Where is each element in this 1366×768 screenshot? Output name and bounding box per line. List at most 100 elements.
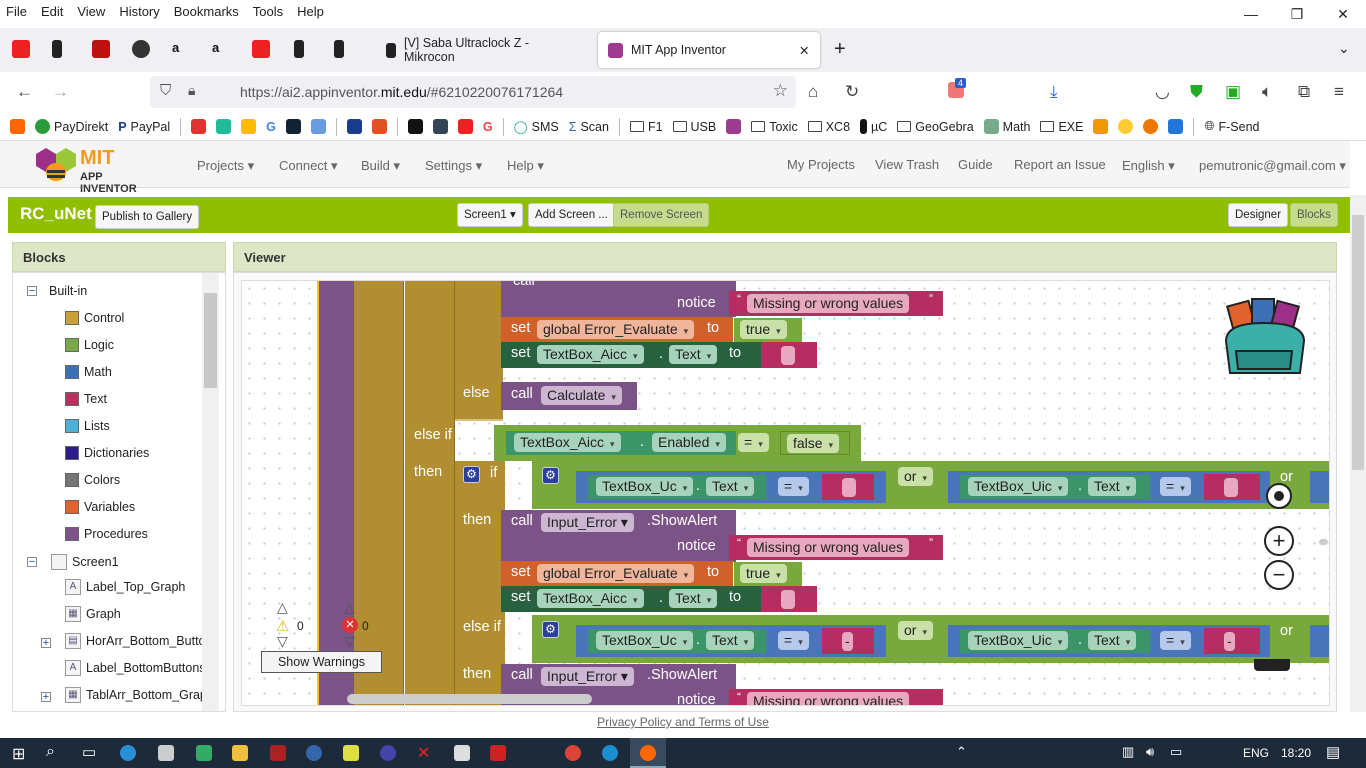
- firefox-taskbar-button[interactable]: [630, 738, 666, 768]
- bookmark-paydirekt[interactable]: PayDirekt: [35, 119, 108, 134]
- empty-text-block[interactable]: [761, 586, 817, 612]
- collapse-icon[interactable]: −: [27, 557, 37, 568]
- reload-icon[interactable]: ↻: [845, 82, 859, 102]
- expand-icon[interactable]: +: [41, 638, 51, 649]
- menu-edit[interactable]: Edit: [41, 4, 63, 19]
- edge-icon[interactable]: [120, 745, 136, 761]
- search-icon[interactable]: [1143, 119, 1159, 134]
- text-block[interactable]: “ Missing or wrong values ”: [729, 291, 943, 316]
- pocket-icon[interactable]: ◡: [1155, 82, 1170, 102]
- error-prev-icon[interactable]: △: [344, 599, 355, 616]
- bookmark-scan[interactable]: Σ Scan: [569, 120, 609, 134]
- app-icon[interactable]: [196, 745, 212, 761]
- tree-component[interactable]: ▦ TablArr_Bottom_Graph: [65, 687, 214, 703]
- property-dropdown[interactable]: Text ▾: [1088, 477, 1137, 496]
- component-dropdown[interactable]: Input_Error ▾: [541, 513, 634, 532]
- variable-dropdown[interactable]: global Error_Evaluate ▾: [537, 564, 695, 583]
- component-dropdown[interactable]: TextBox_Uic ▾: [968, 477, 1069, 496]
- tree-built-in[interactable]: Built-in: [49, 284, 87, 298]
- bookmark-icon[interactable]: [407, 119, 423, 134]
- screen-select[interactable]: Screen1 ▾: [457, 203, 523, 227]
- bookmark-folder-f1[interactable]: F1: [629, 120, 663, 134]
- youtube-tab-icon[interactable]: [12, 40, 30, 58]
- boolean-dropdown[interactable]: true ▾: [740, 320, 787, 339]
- bookmark-folder-xc8[interactable]: XC8: [807, 120, 850, 134]
- bookmark-icon[interactable]: [191, 119, 207, 134]
- set-textbox-text-block[interactable]: set TextBox_Aicc ▾ . Text ▾ to: [501, 342, 761, 368]
- bookmark-icon[interactable]: [285, 119, 301, 134]
- view-trash-link[interactable]: View Trash: [875, 157, 939, 172]
- component-dropdown[interactable]: TextBox_Uic ▾: [968, 631, 1069, 650]
- tray-chevron-icon[interactable]: ⌃: [956, 744, 967, 760]
- battery-icon[interactable]: ▭: [1170, 744, 1182, 760]
- google-icon[interactable]: G: [483, 120, 493, 134]
- component-getter-block[interactable]: TextBox_Uic ▾ . Text ▾: [960, 475, 1150, 499]
- bookmark-sms[interactable]: ◯ SMS: [514, 119, 559, 135]
- language-menu[interactable]: English ▾: [1122, 158, 1175, 174]
- property-dropdown[interactable]: Text ▾: [1088, 631, 1137, 650]
- menu-view[interactable]: View: [77, 4, 105, 19]
- tree-item-colors[interactable]: Colors: [65, 473, 120, 487]
- publish-to-gallery-button[interactable]: Publish to Gallery: [95, 205, 200, 229]
- operator-dropdown[interactable]: = ▾: [738, 433, 769, 452]
- mutator-gear-icon[interactable]: ⚙: [463, 466, 480, 483]
- procedure-dropdown[interactable]: Calculate ▾: [541, 386, 622, 405]
- amazon-tab-icon[interactable]: a: [212, 40, 230, 58]
- workspace-vertical-scrollbar[interactable]: [1319, 539, 1328, 545]
- settings-menu[interactable]: Settings ▾: [425, 158, 482, 174]
- text-value[interactable]: [1224, 478, 1238, 497]
- tab-app-inventor[interactable]: MIT App Inventor ✕: [598, 32, 820, 68]
- recenter-button[interactable]: [1266, 483, 1292, 509]
- text-value[interactable]: [781, 346, 795, 365]
- tree-item-math[interactable]: Math: [65, 365, 112, 379]
- empty-text-block[interactable]: [822, 474, 874, 500]
- page-scrollbar[interactable]: [1350, 195, 1366, 712]
- shield-icon[interactable]: ⛉: [160, 82, 171, 99]
- close-tab-icon[interactable]: ✕: [799, 43, 809, 58]
- extensions-icon[interactable]: ⧉: [1298, 82, 1310, 102]
- true-block[interactable]: true ▾: [734, 562, 802, 586]
- zoom-in-button[interactable]: +: [1264, 526, 1294, 556]
- text-value[interactable]: [842, 478, 856, 497]
- backpack-icon[interactable]: [1220, 293, 1310, 379]
- compare-text-block[interactable]: TextBox_Uc ▾ . Text ▾ = ▾ -: [576, 625, 886, 657]
- url-bar[interactable]: ⛉ 🔒︎ https://ai2.appinventor. mit.edu/#62…: [150, 76, 796, 108]
- property-dropdown[interactable]: Text ▾: [706, 631, 755, 650]
- empty-text-block[interactable]: [761, 342, 817, 368]
- drive-icon[interactable]: [241, 119, 257, 134]
- new-tab-button[interactable]: +: [834, 38, 846, 61]
- windows-start-icon[interactable]: ⊞: [12, 744, 25, 764]
- tree-item-logic[interactable]: Logic: [65, 338, 114, 352]
- component-dropdown[interactable]: TextBox_Uc ▾: [596, 631, 694, 650]
- tree-item-text[interactable]: Text: [65, 392, 107, 406]
- variable-dropdown[interactable]: global Error_Evaluate ▾: [537, 320, 695, 339]
- boolean-dropdown[interactable]: true ▾: [740, 564, 787, 583]
- bookmark-folder-geogebra[interactable]: GeoGebra: [897, 120, 974, 134]
- tab-icon[interactable]: [132, 40, 150, 58]
- bookmark-folder-exe[interactable]: EXE: [1040, 120, 1083, 134]
- property-dropdown[interactable]: Enabled ▾: [652, 433, 726, 452]
- designer-button[interactable]: Designer: [1228, 203, 1289, 227]
- dash-text-block[interactable]: -: [822, 628, 874, 654]
- amazon-tab-icon[interactable]: a: [172, 40, 190, 58]
- app-inventor-icon[interactable]: [726, 119, 742, 134]
- notifications-icon[interactable]: ▤: [1326, 743, 1340, 761]
- set-global-block[interactable]: set global Error_Evaluate ▾ to: [501, 317, 733, 342]
- app-icon[interactable]: [270, 745, 286, 761]
- account-menu[interactable]: pemutronic@gmail.com ▾: [1199, 158, 1346, 174]
- text-block[interactable]: “ Missing or wrong values: [729, 689, 943, 705]
- compare-logic-block[interactable]: TextBox_Aicc ▾ . Enabled ▾ = ▾ false ▾: [494, 425, 861, 461]
- or-block[interactable]: ⚙ TextBox_Uc ▾ . Text ▾ = ▾ - or ▾ TextBox_U…: [532, 615, 1329, 663]
- or-dropdown[interactable]: or ▾: [898, 621, 933, 640]
- text-value[interactable]: -: [1224, 632, 1235, 651]
- report-issue-link[interactable]: Report an Issue: [1014, 157, 1106, 172]
- tree-item-variables[interactable]: Variables: [65, 500, 135, 514]
- dropbox-icon[interactable]: [1168, 119, 1184, 134]
- blocks-button[interactable]: Blocks: [1290, 203, 1338, 227]
- component-getter-block[interactable]: TextBox_Uic ▾ . Text ▾: [960, 629, 1150, 653]
- mutator-gear-icon[interactable]: ⚙: [542, 621, 559, 638]
- downloads-icon[interactable]: ⤓: [1050, 82, 1058, 102]
- add-screen-button[interactable]: Add Screen ...: [528, 203, 615, 227]
- translate-icon[interactable]: [310, 119, 326, 134]
- or-dropdown[interactable]: or ▾: [898, 467, 933, 486]
